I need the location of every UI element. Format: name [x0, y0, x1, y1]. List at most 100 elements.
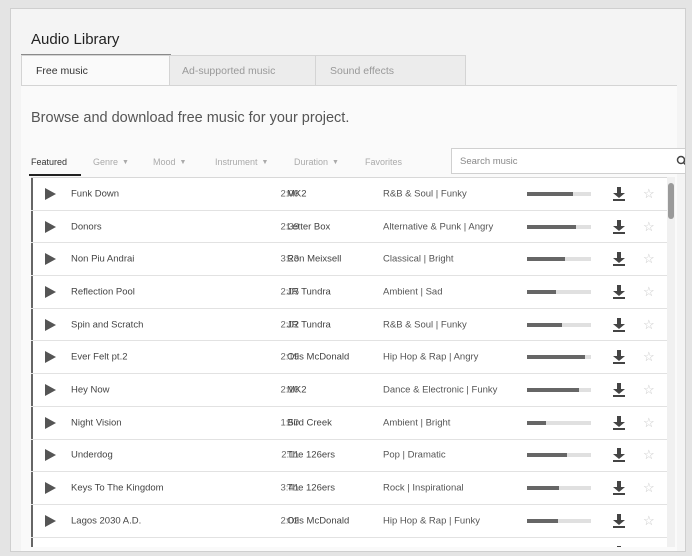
download-icon[interactable] — [613, 481, 625, 496]
track-artist[interactable]: Bird Creek — [287, 417, 332, 428]
track-title: Keys To The Kingdom — [71, 482, 164, 494]
track-row[interactable]: Underdog 2:11 The 126ers Pop | Dramatic … — [31, 439, 671, 473]
track-genre-mood: Classical | Bright — [383, 253, 454, 265]
track-artist[interactable]: JR Tundra — [287, 319, 331, 330]
search-icon[interactable] — [676, 155, 686, 167]
star-icon[interactable]: ☆ — [643, 447, 655, 463]
track-row[interactable]: Keys To The Kingdom 3:41 The 126ers Rock… — [31, 472, 671, 505]
popularity-bar-fill — [527, 355, 585, 360]
filter-favorites-label: Favorites — [365, 157, 403, 167]
track-row[interactable]: Funk Down 2:00 MK2 R&B & Soul | Funky ☆ — [31, 178, 671, 211]
track-row[interactable]: Hey Now 2:10 MK2 Dance & Electronic | Fu… — [31, 374, 671, 407]
star-icon[interactable]: ☆ — [643, 415, 655, 431]
tab-sound-effects[interactable]: Sound effects — [316, 55, 466, 86]
download-icon[interactable] — [613, 382, 625, 397]
filter-duration[interactable]: Duration ▼ — [294, 157, 339, 167]
search-input[interactable]: Search music — [451, 148, 686, 174]
star-icon[interactable]: ☆ — [643, 251, 655, 267]
play-icon[interactable] — [45, 351, 56, 364]
popularity-bar — [527, 355, 591, 360]
tab-free-music[interactable]: Free music — [21, 55, 170, 86]
tab-ad-supported-music[interactable]: Ad-supported music — [170, 55, 316, 86]
track-artist[interactable]: JR Tundra — [287, 286, 331, 297]
popularity-bar — [527, 387, 591, 392]
star-icon[interactable]: ☆ — [643, 317, 655, 333]
filter-favorites[interactable]: Favorites — [365, 157, 402, 167]
track-artist[interactable]: Ron Meixsell — [287, 254, 341, 265]
play-icon[interactable] — [45, 482, 56, 495]
filter-instrument[interactable]: Instrument ▼ — [215, 157, 268, 167]
track-artist[interactable]: Otis McDonald — [287, 352, 349, 363]
track-row[interactable]: Reflection Pool 2:05 JR Tundra Ambient |… — [31, 276, 671, 309]
star-icon[interactable]: ☆ — [643, 186, 655, 202]
download-icon[interactable] — [613, 448, 625, 463]
star-icon[interactable]: ☆ — [643, 480, 655, 496]
star-icon[interactable]: ☆ — [643, 284, 655, 300]
download-icon[interactable] — [613, 415, 625, 430]
track-row[interactable]: Donors 2:39 Letter Box Alternative & Pun… — [31, 210, 671, 244]
track-genre-mood: Dance & Electronic | Funky — [383, 384, 498, 396]
track-list: Funk Down 2:00 MK2 R&B & Soul | Funky ☆ … — [31, 177, 671, 547]
track-artist[interactable]: MK2 — [287, 188, 307, 199]
popularity-bar-fill — [527, 257, 566, 262]
play-icon[interactable] — [45, 285, 56, 298]
track-title: Ever Felt pt.2 — [71, 351, 128, 363]
popularity-bar — [527, 486, 591, 491]
popularity-bar — [527, 322, 591, 327]
track-artist[interactable]: The 126ers — [287, 483, 335, 494]
star-icon[interactable]: ☆ — [643, 349, 655, 365]
download-icon[interactable] — [613, 252, 625, 267]
track-genre-mood: R&B & Soul | Funky — [383, 319, 467, 331]
search-placeholder: Search music — [460, 156, 518, 167]
popularity-bar — [527, 518, 591, 523]
play-icon[interactable] — [45, 220, 56, 233]
star-icon[interactable]: ☆ — [643, 545, 655, 547]
track-artist[interactable]: Letter Box — [287, 221, 330, 232]
play-icon[interactable] — [45, 383, 56, 396]
filter-featured[interactable]: Featured — [29, 157, 81, 176]
track-title: Spin and Scratch — [71, 319, 144, 331]
track-row[interactable]: Ever Felt pt.2 2:19 Otis McDonald Hip Ho… — [31, 341, 671, 375]
play-icon[interactable] — [45, 449, 56, 462]
track-genre-mood: Alternative & Punk | Angry — [383, 221, 494, 233]
track-artist[interactable]: MK2 — [287, 384, 307, 395]
filter-genre[interactable]: Genre ▼ — [93, 157, 129, 167]
scrollbar-thumb[interactable] — [668, 183, 674, 219]
play-icon[interactable] — [45, 318, 56, 331]
page-subtitle: Browse and download free music for your … — [31, 110, 350, 126]
play-icon[interactable] — [45, 187, 56, 200]
download-icon[interactable] — [613, 513, 625, 528]
filter-mood[interactable]: Mood ▼ — [153, 157, 186, 167]
filter-bar: Featured Genre ▼ Mood ▼ Instrument ▼ Dur… — [29, 148, 685, 176]
download-icon[interactable] — [613, 546, 625, 547]
track-artist[interactable]: Otis McDonald — [287, 515, 349, 526]
active-filter-underline — [29, 174, 81, 176]
popularity-bar — [527, 257, 591, 262]
track-list-scrollbar[interactable] — [667, 177, 675, 547]
play-icon[interactable] — [45, 253, 56, 266]
track-artist[interactable]: The 126ers — [287, 450, 335, 461]
track-row[interactable]: Lagos 2030 A.D. 2:02 Otis McDonald Hip H… — [31, 504, 671, 538]
track-genre-mood: Rock | Inspirational — [383, 482, 464, 494]
track-row[interactable]: Thud 3:03 John Deley an Rock | Angry ☆ — [31, 537, 671, 547]
popularity-bar — [527, 224, 591, 229]
track-row[interactable]: Non Piu Andrai 3:23 Ron Meixsell Classic… — [31, 243, 671, 277]
star-icon[interactable]: ☆ — [643, 513, 655, 529]
chevron-down-icon: ▼ — [261, 158, 269, 166]
download-icon[interactable] — [613, 350, 625, 365]
star-icon[interactable]: ☆ — [643, 219, 655, 235]
track-row[interactable]: Night Vision 1:50 Bird Creek Ambient | B… — [31, 406, 671, 440]
track-title: Funk Down — [71, 188, 120, 200]
download-icon[interactable] — [613, 219, 625, 234]
track-genre-mood: Hip Hop & Rap | Funky — [383, 515, 480, 527]
star-icon[interactable]: ☆ — [643, 382, 655, 398]
popularity-bar-fill — [527, 420, 547, 425]
download-icon[interactable] — [613, 186, 625, 201]
download-icon[interactable] — [613, 284, 625, 299]
download-icon[interactable] — [613, 317, 625, 332]
track-row[interactable]: Spin and Scratch 2:02 JR Tundra R&B & So… — [31, 308, 671, 342]
popularity-bar-fill — [527, 322, 563, 327]
play-icon[interactable] — [45, 514, 56, 527]
track-title: Lagos 2030 A.D. — [71, 515, 142, 527]
play-icon[interactable] — [45, 416, 56, 429]
